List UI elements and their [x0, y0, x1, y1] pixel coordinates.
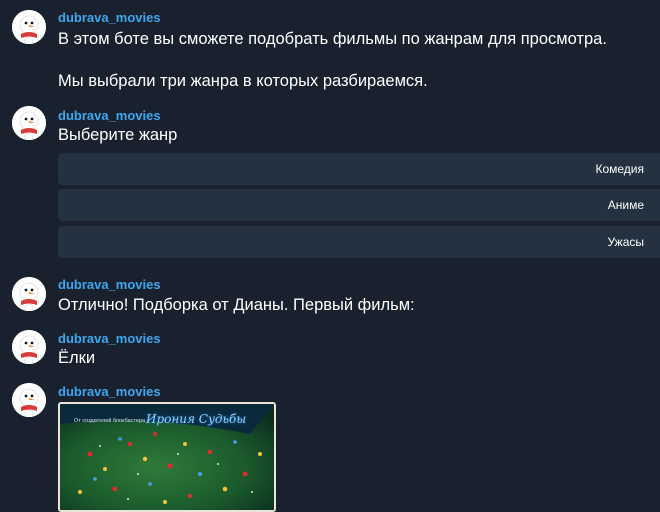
keyboard-button-comedy[interactable]: Комедия: [58, 153, 660, 185]
snowman-avatar-icon[interactable]: [12, 330, 46, 364]
message-text: Выберите жанр: [58, 126, 178, 144]
message-text: Ёлки: [58, 349, 96, 367]
sender-name[interactable]: dubrava_movies: [58, 108, 161, 124]
keyboard-button-horror[interactable]: Ужасы: [58, 226, 660, 258]
keyboard-button-label: Комедия: [595, 162, 644, 176]
sender-name[interactable]: dubrava_movies: [58, 277, 161, 293]
message-text: Мы выбрали три жанра в которых разбираем…: [58, 72, 428, 90]
sender-name[interactable]: dubrava_movies: [58, 10, 161, 26]
snowman-avatar-icon[interactable]: [12, 383, 46, 417]
snowman-avatar-icon[interactable]: [12, 106, 46, 140]
message-text: Отлично! Подборка от Дианы. Первый фильм…: [58, 296, 415, 314]
message-text: В этом боте вы сможете подобрать фильмы …: [58, 30, 607, 48]
snowman-avatar-icon[interactable]: [12, 10, 46, 44]
poster-logo-text: Ирония Судьбы: [146, 412, 247, 426]
keyboard-button-label: Аниме: [607, 198, 644, 212]
poster-caption: От создателей блокбастера: [74, 418, 146, 424]
sender-name[interactable]: dubrava_movies: [58, 331, 161, 347]
snowman-avatar-icon[interactable]: [12, 277, 46, 311]
chat-history: dubrava_movies В этом боте вы сможете по…: [0, 0, 660, 512]
movie-poster-image[interactable]: От создателей блокбастера Ирония Судьбы: [58, 402, 276, 512]
sender-name[interactable]: dubrava_movies: [58, 384, 161, 400]
keyboard-button-label: Ужасы: [607, 235, 644, 249]
keyboard-button-anime[interactable]: Аниме: [58, 189, 660, 221]
